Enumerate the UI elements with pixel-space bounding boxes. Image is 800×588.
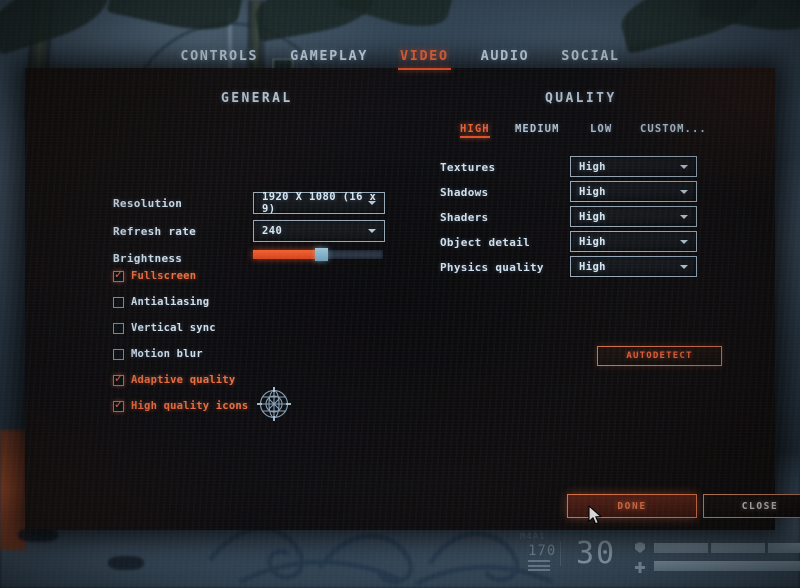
shaders-dropdown[interactable]: High [570, 206, 697, 227]
shadows-dropdown[interactable]: High [570, 181, 697, 202]
chevron-down-icon [680, 214, 688, 219]
tab-audio[interactable]: AUDIO [478, 46, 533, 70]
textures-label: Textures [440, 161, 496, 174]
checkbox-icon [113, 398, 124, 412]
hud-health-icon [635, 562, 645, 573]
background-debris [108, 556, 144, 570]
hud-armor-segment [768, 543, 800, 553]
object-detail-value: High [579, 235, 606, 248]
settings-tab-bar: CONTROLS GAMEPLAY VIDEO AUDIO SOCIAL [25, 43, 775, 73]
general-section-title: GENERAL [221, 91, 293, 106]
checkbox-label: High quality icons [131, 400, 249, 412]
hud-armor-icon [635, 542, 645, 553]
hud-magazine-ammo: 30 [576, 536, 617, 571]
object-detail-label: Object detail [440, 236, 530, 249]
checkbox-adaptive-quality[interactable]: Adaptive quality [113, 372, 236, 386]
resolution-dropdown[interactable]: 1920 X 1080 (16 x 9) [253, 191, 385, 215]
refresh-rate-dropdown[interactable]: 240 [253, 220, 385, 242]
chevron-down-icon [680, 239, 688, 244]
checkbox-antialiasing[interactable]: Antialiasing [113, 296, 209, 308]
shaders-value: High [579, 210, 606, 223]
checkbox-fullscreen[interactable]: Fullscreen [113, 268, 197, 282]
close-button[interactable]: CLOSE [703, 494, 800, 518]
refresh-rate-label: Refresh rate [113, 225, 197, 238]
brightness-slider-fill [253, 250, 321, 259]
brightness-slider-handle[interactable] [314, 248, 328, 261]
quality-preset-high[interactable]: HIGH [460, 123, 490, 138]
autodetect-button[interactable]: AUTODETECT [597, 346, 722, 366]
checkbox-label: Vertical sync [131, 322, 216, 334]
quality-preset-custom[interactable]: CUSTOM... [640, 123, 707, 138]
resolution-label: Resolution [113, 197, 183, 210]
quality-preset-medium[interactable]: MEDIUM [515, 123, 560, 138]
physics-quality-dropdown[interactable]: High [570, 256, 697, 277]
close-label: CLOSE [741, 500, 779, 512]
hud-armor-segment [654, 543, 708, 553]
checkbox-icon [113, 322, 124, 334]
autodetect-label: AUTODETECT [626, 351, 693, 361]
background-debris [18, 528, 58, 542]
checkbox-icon [113, 348, 124, 360]
checkbox-label: Adaptive quality [131, 374, 236, 386]
quality-section-title: QUALITY [545, 91, 617, 106]
brightness-label: Brightness [113, 252, 183, 265]
checkbox-label: Motion blur [131, 348, 203, 360]
hud-weapon-name: M4A1 [520, 532, 546, 542]
chevron-down-icon [680, 189, 688, 194]
textures-dropdown[interactable]: High [570, 156, 697, 177]
chevron-down-icon [680, 264, 688, 269]
game-screen: M4A1 170 30 CONTROLS GAMEPLAY VIDEO AUDI… [0, 0, 800, 588]
refresh-rate-value: 240 [262, 225, 283, 237]
brightness-slider[interactable] [253, 248, 383, 261]
shaders-label: Shaders [440, 211, 489, 224]
checkbox-vertical-sync[interactable]: Vertical sync [113, 322, 216, 334]
checkbox-label: Antialiasing [131, 296, 210, 308]
hud-armor-segment [711, 543, 765, 553]
tab-video[interactable]: VIDEO [397, 46, 452, 70]
video-settings-dialog: CONTROLS GAMEPLAY VIDEO AUDIO SOCIAL GEN… [25, 48, 800, 530]
checkbox-high-quality-icons[interactable]: High quality icons [113, 398, 249, 412]
object-detail-dropdown[interactable]: High [570, 231, 697, 252]
checkbox-icon [113, 268, 124, 282]
resolution-value: 1920 X 1080 (16 x 9) [262, 191, 377, 215]
chevron-down-icon [368, 229, 376, 233]
checkbox-label: Fullscreen [131, 270, 197, 282]
physics-quality-label: Physics quality [440, 261, 544, 274]
game-hud: M4A1 170 30 [498, 530, 800, 588]
tab-gameplay[interactable]: GAMEPLAY [287, 46, 371, 70]
hud-reserve-ammo: 170 [528, 543, 557, 559]
quality-preset-low[interactable]: LOW [590, 123, 612, 138]
shadows-value: High [579, 185, 606, 198]
hud-health-bar [654, 561, 800, 571]
done-label: DONE [617, 500, 647, 512]
physics-quality-value: High [579, 260, 606, 273]
crosshair-globe-emblem-icon [257, 387, 291, 421]
tab-controls[interactable]: CONTROLS [177, 46, 261, 70]
done-button[interactable]: DONE [567, 494, 697, 518]
checkbox-icon [113, 296, 124, 308]
checkbox-icon [113, 372, 124, 386]
mouse-cursor [588, 505, 602, 525]
chevron-down-icon [368, 201, 376, 205]
checkbox-motion-blur[interactable]: Motion blur [113, 348, 203, 360]
shadows-label: Shadows [440, 186, 489, 199]
textures-value: High [579, 160, 606, 173]
hud-magazine-icon [528, 560, 550, 574]
tab-social[interactable]: SOCIAL [558, 46, 622, 70]
hud-divider [560, 542, 561, 566]
chevron-down-icon [680, 164, 688, 169]
